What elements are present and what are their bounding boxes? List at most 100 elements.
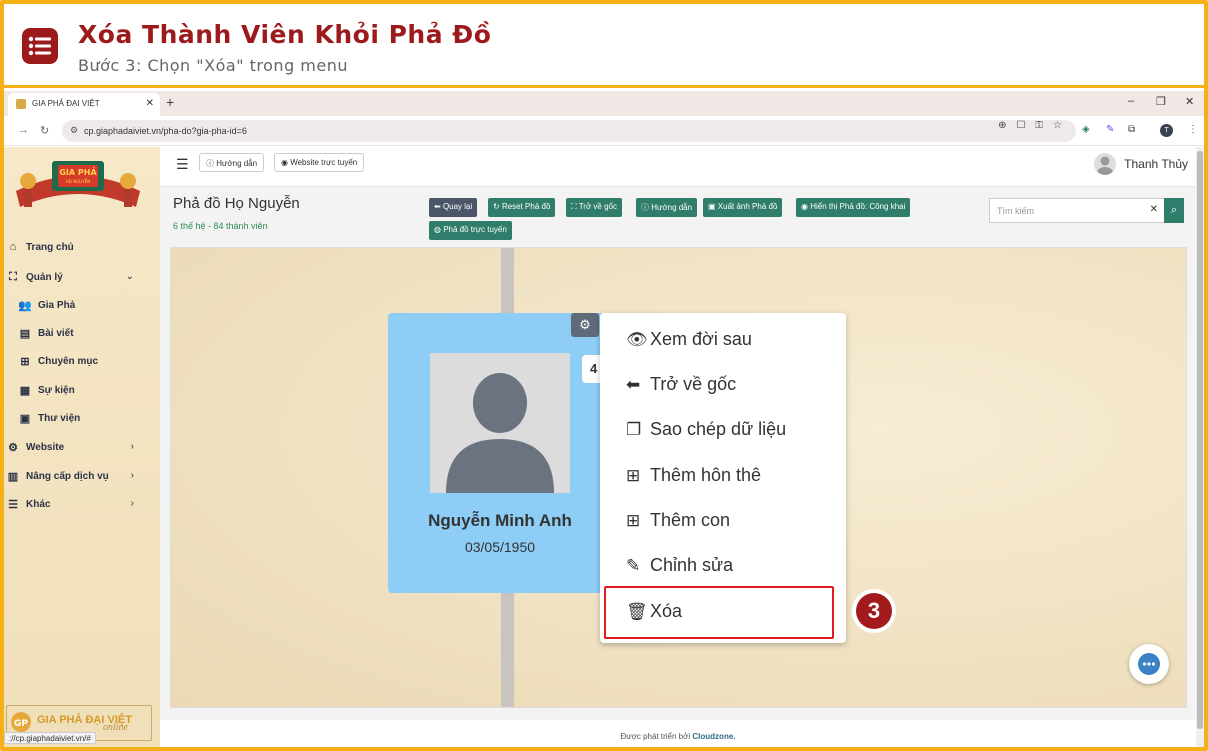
visibility-label: Hiển thị Phả đồ: Công khai <box>810 202 906 211</box>
minimize-icon[interactable]: – <box>1128 95 1134 107</box>
newspaper-icon: ▤ <box>19 328 31 340</box>
member-card[interactable]: Nguyễn Minh Anh 03/05/1950 4 ⚙ <box>388 313 612 593</box>
sidebar-item-events[interactable]: ▦ Sự kiện <box>18 384 75 397</box>
toolbar-guide-label: Hướng dẫn <box>651 203 693 212</box>
window-close-icon[interactable]: ✕ <box>1185 95 1194 108</box>
new-tab-icon[interactable]: + <box>166 94 174 110</box>
images-icon: ▣ <box>19 413 31 425</box>
tree-canvas[interactable]: Nguyễn Minh Anh 03/05/1950 4 ⚙ 👁 Xem đời … <box>170 247 1187 708</box>
menu-item-label: Thêm hôn thê <box>650 465 762 485</box>
sidebar-item-label: Chuyên mục <box>38 356 99 367</box>
more-icon[interactable]: ⋮ <box>1188 124 1198 135</box>
close-tab-icon[interactable]: ✕ <box>146 98 154 109</box>
card-settings-gear-icon[interactable]: ⚙ <box>571 313 599 337</box>
delete-highlight <box>604 586 834 639</box>
menu-item-copy-data[interactable]: ❐ Sao chép dữ liệu <box>626 419 786 440</box>
sidebar-item-label: Nâng cấp dịch vụ <box>26 471 109 482</box>
sidebar-item-website[interactable]: ⚙ Website <box>6 441 64 454</box>
favicon-icon <box>16 99 26 109</box>
site-settings-icon[interactable]: ⚙ <box>70 125 78 136</box>
footer-prefix: Được phát triển bởi <box>620 732 691 741</box>
member-dob: 03/05/1950 <box>464 539 536 555</box>
menu-item-view-descendants[interactable]: 👁 Xem đời sau <box>626 329 752 350</box>
sidebar-item-posts[interactable]: ▤ Bài viết <box>18 327 74 340</box>
menu-item-add-child[interactable]: ⊞ Thêm con <box>626 510 730 531</box>
step-number-badge: 3 <box>856 593 892 629</box>
sidebar-item-label: Website <box>26 442 65 453</box>
sidebar-item-label: Gia Phả <box>38 300 76 311</box>
puzzle-icon[interactable]: ⧉ <box>1128 124 1135 135</box>
sidebar-item-label: Sự kiện <box>38 385 75 396</box>
search-icon: ⌕ <box>1170 204 1178 216</box>
chart-icon: ▥ <box>7 471 19 483</box>
extension-icon[interactable]: ◈ <box>1082 124 1090 135</box>
guide-label: Hướng dẫn <box>216 159 258 168</box>
browser-tab[interactable]: GIA PHẢ ĐẠI VIỆT ✕ <box>8 93 160 116</box>
gear-icon: ⚙ <box>8 442 18 454</box>
forward-icon[interactable]: → <box>18 124 29 136</box>
eye-icon: 👁 <box>626 329 648 349</box>
search-input[interactable]: Tìm kiếm ✕ <box>989 198 1165 223</box>
search-button[interactable]: ⌕ <box>1164 198 1184 223</box>
menu-item-edit[interactable]: ✎ Chỉnh sửa <box>626 555 733 576</box>
visibility-button[interactable]: ◉ Hiển thị Phả đồ: Công khai <box>796 198 911 217</box>
url-text: cp.giaphadaiviet.vn/pha-do?gia-pha-id=6 <box>84 126 247 136</box>
sidebar-item-gia-pha[interactable]: 👥 Gia Phả <box>18 299 75 312</box>
url-field[interactable]: ⚙ cp.giaphadaiviet.vn/pha-do?gia-pha-id=… <box>62 120 1076 142</box>
restore-icon[interactable]: ❐ <box>1156 95 1166 108</box>
hamburger-icon[interactable]: ☰ <box>176 156 189 173</box>
status-url: ://cp.giaphadaiviet.vn/# <box>4 732 96 744</box>
url-actions-icon[interactable]: ⊕☐⚿☆ <box>998 120 1072 131</box>
edit-icon: ✎ <box>626 555 641 575</box>
chat-icon <box>1138 653 1160 675</box>
export-button[interactable]: ▣ Xuất ảnh Phả đồ <box>703 198 783 217</box>
sidebar-item-upgrade[interactable]: ▥ Nâng cấp dịch vụ <box>6 470 109 483</box>
sidebar-item-library[interactable]: ▣ Thư viện <box>18 412 80 425</box>
scrollbar-thumb[interactable] <box>1197 151 1203 729</box>
pen-extension-icon[interactable]: ✎ <box>1106 124 1114 135</box>
online-label: Phả đồ trực tuyến <box>443 225 507 234</box>
context-menu: 👁 Xem đời sau ⬅ Trở về gốc ❐ Sao chép dữ li… <box>600 313 846 643</box>
menu-item-label: Xem đời sau <box>650 329 752 349</box>
footer-brand[interactable]: Cloudzone. <box>692 732 735 741</box>
online-button[interactable]: ◍ Phả đồ trực tuyến <box>429 221 512 240</box>
chat-button[interactable] <box>1129 644 1169 684</box>
reset-button[interactable]: ↻ Reset Phả đồ <box>488 198 556 217</box>
guide-button[interactable]: ⓘ Hướng dẫn <box>199 153 265 172</box>
svg-text:GIA PHẢ: GIA PHẢ <box>59 166 97 177</box>
calendar-icon: ▦ <box>19 385 31 397</box>
users-icon: 👥 <box>18 300 32 312</box>
website-button[interactable]: ◉ Website trực tuyến <box>274 153 365 172</box>
chevron-right-icon[interactable]: › <box>131 498 134 509</box>
root-button[interactable]: ⛶ Trở về gốc <box>566 198 622 217</box>
page-footer: Được phát triển bởi Cloudzone. <box>160 720 1196 747</box>
user-menu[interactable]: Thanh Thủy <box>1094 153 1188 175</box>
menu-item-label: Chỉnh sửa <box>650 555 734 575</box>
reload-icon[interactable]: ↻ <box>40 124 49 137</box>
sidebar-item-manage[interactable]: ⛶ Quản lý <box>6 271 63 284</box>
chevron-right-icon[interactable]: › <box>131 470 134 481</box>
menu-item-label: Trở về gốc <box>650 374 737 394</box>
sidebar-item-home[interactable]: ⌂ Trang chủ <box>6 241 74 253</box>
member-name: Nguyễn Minh Anh <box>428 511 572 530</box>
chevron-right-icon[interactable]: › <box>131 441 134 452</box>
clear-icon[interactable]: ✕ <box>1150 204 1158 215</box>
sitemap-icon: ⛶ <box>9 271 17 283</box>
menu-item-back-to-root[interactable]: ⬅ Trở về gốc <box>626 374 736 395</box>
sidebar-item-categories[interactable]: ⊞ Chuyên mục <box>18 355 98 368</box>
page-scrollbar[interactable] <box>1196 147 1204 747</box>
home-icon: ⌂ <box>9 241 17 253</box>
profile-avatar[interactable]: T <box>1160 124 1173 137</box>
footer-logo-online: online <box>103 722 128 733</box>
menu-item-label: Sao chép dữ liệu <box>650 419 787 439</box>
bars-icon: ☰ <box>8 499 18 511</box>
toolbar-guide-button[interactable]: ⓘ Hướng dẫn <box>636 198 698 217</box>
sidebar-item-other[interactable]: ☰ Khác <box>6 498 50 511</box>
back-button[interactable]: ⬅ Quay lại <box>429 198 478 217</box>
sidebar-item-label: Khác <box>26 499 51 510</box>
menu-item-add-spouse[interactable]: ⊞ Thêm hôn thê <box>626 465 761 486</box>
chevron-down-icon[interactable]: ⌄ <box>126 271 134 282</box>
sidebar-item-label: Trang chủ <box>26 241 74 253</box>
member-photo <box>430 353 570 493</box>
search-placeholder: Tìm kiếm <box>997 206 1034 216</box>
